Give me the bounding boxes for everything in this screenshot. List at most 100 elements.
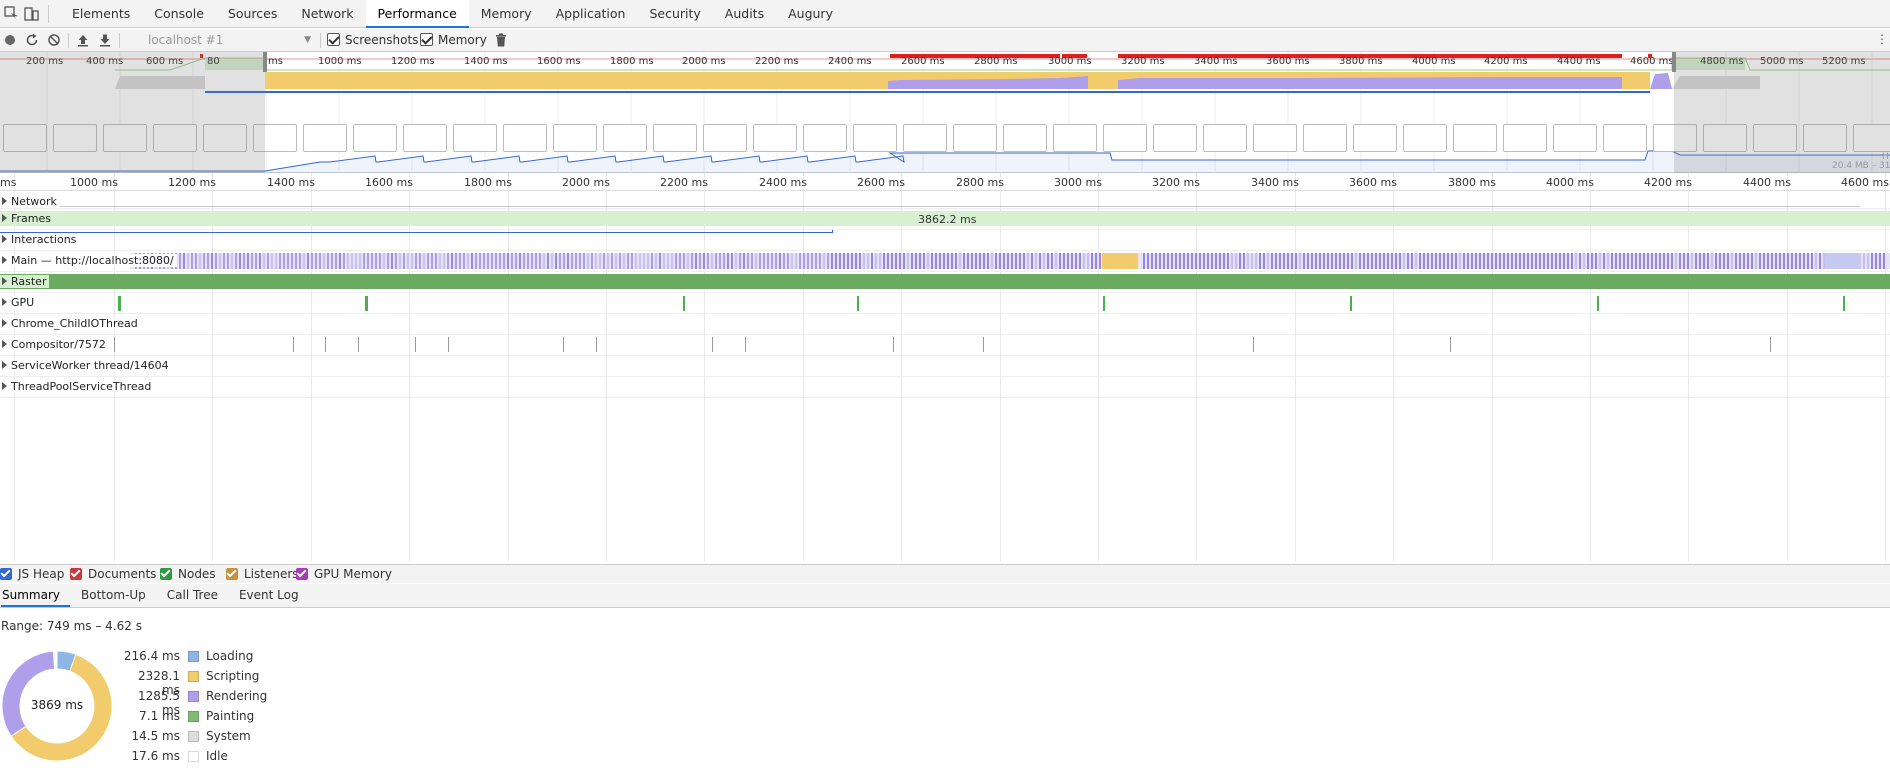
- tab-event-log[interactable]: Event Log: [229, 584, 309, 607]
- screenshot-thumbnail[interactable]: [1303, 124, 1347, 152]
- serviceworker-track-label[interactable]: ServiceWorker thread/14604: [0, 359, 172, 372]
- interactions-track-label[interactable]: Interactions: [0, 233, 80, 246]
- device-toolbar-icon[interactable]: [22, 5, 40, 23]
- reload-icon[interactable]: [24, 32, 40, 48]
- childio-track[interactable]: Chrome_ChildIOThread: [0, 314, 1890, 335]
- compositor-track[interactable]: Compositor/7572: [0, 335, 1890, 356]
- gpu-task[interactable]: [1843, 296, 1845, 311]
- gpu-task[interactable]: [118, 296, 121, 311]
- screenshot-thumbnail[interactable]: [303, 124, 347, 152]
- compositor-task[interactable]: [745, 337, 746, 352]
- settings-gear-icon[interactable]: ⋮: [1876, 32, 1888, 46]
- compositor-task[interactable]: [893, 337, 894, 352]
- checkbox-checked-icon[interactable]: [296, 568, 308, 580]
- screenshot-thumbnail[interactable]: [1253, 124, 1297, 152]
- gpu-track-label[interactable]: GPU: [0, 296, 38, 309]
- load-profile-icon[interactable]: [75, 32, 91, 48]
- screenshot-thumbnail[interactable]: [1603, 124, 1647, 152]
- screenshot-thumbnail[interactable]: [1503, 124, 1547, 152]
- profile-select[interactable]: localhost #1 ▼: [148, 32, 313, 49]
- memory-counter-documents[interactable]: Documents: [70, 567, 156, 581]
- screenshot-thumbnail[interactable]: [1403, 124, 1447, 152]
- tab-security[interactable]: Security: [637, 0, 712, 28]
- tab-summary[interactable]: Summary: [1, 584, 70, 607]
- gpu-task[interactable]: [1597, 296, 1599, 311]
- screenshots-checkbox[interactable]: [327, 33, 340, 46]
- tab-application[interactable]: Application: [544, 0, 638, 28]
- screenshot-thumbnail[interactable]: [503, 124, 547, 152]
- screenshot-thumbnail[interactable]: [753, 124, 797, 152]
- timeline-overview[interactable]: 200 ms 400 ms 600 ms 80 ms 1000 ms 1200 ms 1400…: [0, 52, 1890, 173]
- screenshot-thumbnail[interactable]: [1153, 124, 1197, 152]
- network-track[interactable]: Network: [0, 192, 1890, 209]
- tab-performance[interactable]: Performance: [365, 0, 469, 28]
- screenshot-thumbnail[interactable]: [653, 124, 697, 152]
- compositor-task[interactable]: [415, 337, 416, 352]
- tab-network[interactable]: Network: [289, 0, 365, 28]
- tab-memory[interactable]: Memory: [469, 0, 544, 28]
- screenshot-thumbnail[interactable]: [1103, 124, 1147, 152]
- compositor-task[interactable]: [983, 337, 984, 352]
- screenshot-thumbnail[interactable]: [953, 124, 997, 152]
- gpu-track[interactable]: GPU: [0, 293, 1890, 314]
- checkbox-checked-icon[interactable]: [70, 568, 82, 580]
- compositor-track-label[interactable]: Compositor/7572: [0, 338, 109, 351]
- compositor-task[interactable]: [358, 337, 359, 352]
- save-profile-icon[interactable]: [97, 32, 113, 48]
- checkbox-checked-icon[interactable]: [0, 568, 12, 580]
- main-thread-label[interactable]: Main — http://localhost:8080/: [0, 254, 177, 267]
- tab-augury[interactable]: Augury: [776, 0, 845, 28]
- interactions-track[interactable]: Interactions: [0, 230, 1890, 251]
- compositor-task[interactable]: [114, 337, 115, 352]
- checkbox-checked-icon[interactable]: [160, 568, 172, 580]
- screenshot-thumbnail[interactable]: [453, 124, 497, 152]
- screenshot-thumbnail[interactable]: [553, 124, 597, 152]
- tab-audits[interactable]: Audits: [713, 0, 776, 28]
- childio-track-label[interactable]: Chrome_ChildIOThread: [0, 317, 141, 330]
- trash-icon[interactable]: [494, 32, 508, 48]
- memory-counter-js-heap[interactable]: JS Heap: [0, 567, 64, 581]
- compositor-task[interactable]: [1770, 337, 1771, 352]
- tab-sources[interactable]: Sources: [216, 0, 289, 28]
- frames-track[interactable]: 3862.2 ms Frames: [0, 209, 1890, 230]
- compositor-task[interactable]: [712, 337, 713, 352]
- record-icon[interactable]: [3, 32, 17, 48]
- screenshot-thumbnail[interactable]: [353, 124, 397, 152]
- compositor-task[interactable]: [448, 337, 449, 352]
- screenshot-thumbnail[interactable]: [1053, 124, 1097, 152]
- clear-icon[interactable]: [46, 32, 62, 48]
- memory-counter-listeners[interactable]: Listeners: [226, 567, 299, 581]
- overview-window-handle-right[interactable]: [1672, 52, 1676, 72]
- threadpool-track[interactable]: ThreadPoolServiceThread: [0, 377, 1890, 398]
- screenshot-thumbnail[interactable]: [853, 124, 897, 152]
- screenshot-thumbnail[interactable]: [1353, 124, 1397, 152]
- compositor-task[interactable]: [563, 337, 564, 352]
- raster-track-label[interactable]: Raster: [0, 275, 50, 288]
- compositor-task[interactable]: [293, 337, 294, 352]
- gpu-task[interactable]: [365, 296, 368, 311]
- tab-console[interactable]: Console: [142, 0, 216, 28]
- compositor-task[interactable]: [1253, 337, 1254, 352]
- compositor-task[interactable]: [325, 337, 326, 352]
- compositor-task[interactable]: [1450, 337, 1451, 352]
- memory-counter-gpu-memory[interactable]: GPU Memory: [296, 567, 392, 581]
- inspect-element-icon[interactable]: [3, 5, 21, 23]
- flame-chart[interactable]: ms 1000 ms 1200 ms 1400 ms 1600 ms 1800 ms 200…: [0, 173, 1890, 561]
- overview-window-handle-left[interactable]: [263, 52, 267, 72]
- screenshot-thumbnail[interactable]: [1553, 124, 1597, 152]
- checkbox-checked-icon[interactable]: [226, 568, 238, 580]
- gpu-task[interactable]: [1350, 296, 1352, 311]
- gpu-task[interactable]: [683, 296, 685, 311]
- main-thread-track[interactable]: Main — http://localhost:8080/: [0, 251, 1890, 272]
- screenshot-thumbnail[interactable]: [803, 124, 847, 152]
- network-track-label[interactable]: Network: [0, 195, 60, 208]
- gpu-task[interactable]: [857, 296, 859, 311]
- memory-checkbox[interactable]: [420, 33, 433, 46]
- serviceworker-track[interactable]: ServiceWorker thread/14604: [0, 356, 1890, 377]
- screenshot-thumbnail[interactable]: [703, 124, 747, 152]
- tab-call-tree[interactable]: Call Tree: [157, 584, 228, 607]
- screenshot-thumbnail[interactable]: [403, 124, 447, 152]
- threadpool-track-label[interactable]: ThreadPoolServiceThread: [0, 380, 155, 393]
- compositor-task[interactable]: [596, 337, 597, 352]
- tab-bottom-up[interactable]: Bottom-Up: [71, 584, 156, 607]
